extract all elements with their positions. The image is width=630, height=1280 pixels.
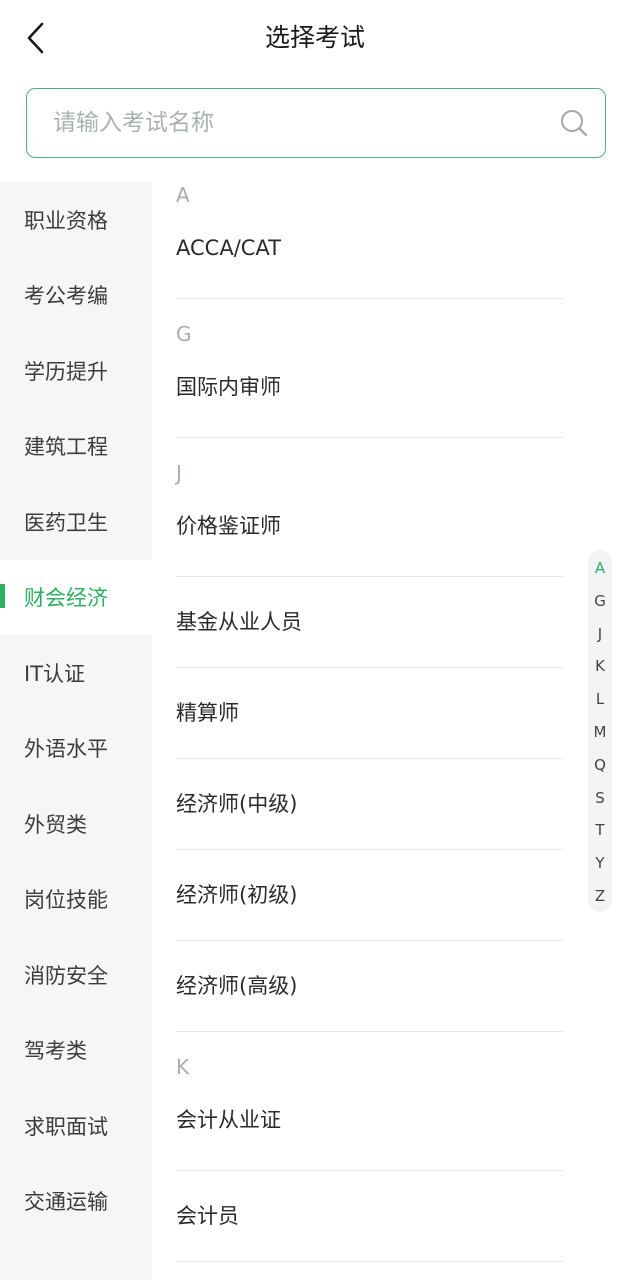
sidebar-item-label: 医药卫生 [24,510,108,535]
exam-list-item[interactable]: 会计从业证 [176,1082,564,1171]
exam-list-item[interactable]: 会计员 [176,1171,564,1262]
sidebar-item-label: 财会经济 [24,586,108,611]
sidebar-item-11[interactable]: 驾考类 [0,1013,152,1089]
sidebar-item-label: 建筑工程 [24,435,108,460]
exam-list-item[interactable]: 经济师(初级) [176,850,564,941]
sidebar-item-1[interactable]: 考公考编 [0,258,152,334]
sidebar-item-7[interactable]: 外语水平 [0,711,152,787]
exam-list-item[interactable]: ACCA/CAT [176,210,564,299]
sidebar-item-12[interactable]: 求职面试 [0,1088,152,1164]
sidebar-item-label: 岗位技能 [24,888,108,913]
exam-list-item[interactable]: 经济师(中级) [176,759,564,850]
sidebar-item-label: 消防安全 [24,963,108,988]
index-letter[interactable]: J [588,618,612,651]
sidebar-item-2[interactable]: 学历提升 [0,333,152,409]
index-letter[interactable]: Y [588,847,612,880]
sidebar-item-6[interactable]: IT认证 [0,635,152,711]
sidebar-item-label: 求职面试 [24,1114,108,1139]
sidebar-item-10[interactable]: 消防安全 [0,937,152,1013]
sidebar-item-label: IT认证 [24,661,86,686]
index-letter[interactable]: A [588,552,612,585]
section-letter-header: K [176,1055,190,1079]
search-box[interactable] [26,88,606,158]
search-icon[interactable] [559,108,589,138]
page-title: 选择考试 [264,23,365,52]
sidebar-item-8[interactable]: 外贸类 [0,786,152,862]
sidebar-item-label: 驾考类 [24,1039,87,1064]
sidebar-item-label: 外贸类 [24,812,87,837]
index-letter[interactable]: T [588,814,612,847]
index-letter[interactable]: L [588,683,612,716]
alphabet-index-bar[interactable]: AGJKLMQSTYZ [588,550,612,912]
index-letter[interactable]: S [588,782,612,815]
index-letter[interactable]: M [588,716,612,749]
exam-list-item[interactable]: 经济师(高级) [176,941,564,1032]
sidebar-item-label: 交通运输 [24,1190,108,1215]
sidebar-item-label: 职业资格 [24,208,108,233]
exam-list-item[interactable]: 基金从业人员 [176,577,564,668]
category-sidebar: 职业资格考公考编学历提升建筑工程医药卫生财会经济 IT认证外语水平外贸类岗位技能消… [0,182,152,1280]
exam-list-item[interactable]: 国际内审师 [176,349,564,438]
section-letter-header: G [176,322,192,346]
search-input[interactable] [53,110,559,136]
sidebar-item-label: 考公考编 [24,284,108,309]
sidebar-item-3[interactable]: 建筑工程 [0,409,152,485]
section-letter-header: J [176,461,182,485]
sidebar-item-4[interactable]: 医药卫生 [0,484,152,560]
index-letter[interactable]: Q [588,749,612,782]
sidebar-item-9[interactable]: 岗位技能 [0,862,152,938]
header-bar: 选择考试 [0,0,630,78]
sidebar-item-5[interactable]: 财会经济 [0,559,152,635]
index-letter[interactable]: G [588,585,612,618]
exam-list-item[interactable]: 价格鉴证师 [176,488,564,577]
section-letter-header: A [176,183,190,207]
sidebar-item-0[interactable]: 职业资格 [0,182,152,258]
sidebar-item-label: 外语水平 [24,737,108,762]
index-letter[interactable]: Z [588,880,612,913]
sidebar-item-13[interactable]: 交通运输 [0,1164,152,1240]
exam-list-item[interactable]: 精算师 [176,668,564,759]
sidebar-item-label: 学历提升 [24,359,108,384]
exam-list: A ACCA/CAT G 国际内审师 J 价格鉴证师 基金从业人员 精算师 经济师(中级) 经济师… [176,182,564,1262]
index-letter[interactable]: K [588,650,612,683]
